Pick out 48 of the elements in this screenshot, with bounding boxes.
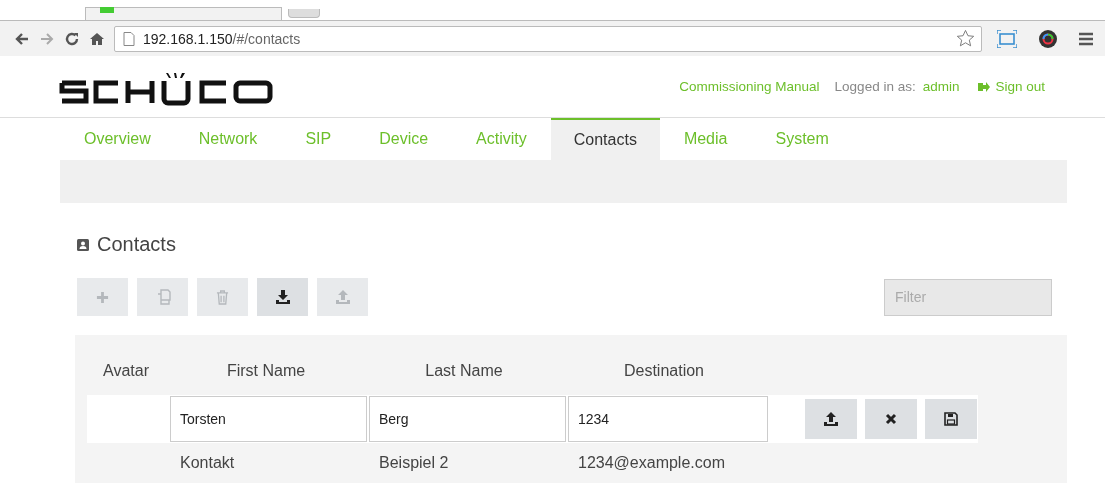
first-name-field[interactable]: Torsten [170,396,367,442]
upload-icon [334,289,351,305]
menu-icon[interactable] [1079,31,1093,46]
sign-out-icon [978,81,991,92]
trash-icon [216,289,229,305]
close-icon [885,413,897,425]
cancel-button[interactable] [865,399,917,439]
save-button[interactable] [925,399,977,439]
nav-tab[interactable]: Network [174,118,282,160]
table-cell-text: Beispiel 2 [378,454,450,472]
column-header: Last Name [424,362,504,380]
commissioning-manual-link[interactable]: Commissioning Manual [679,79,820,94]
column-header: Destination [622,362,705,380]
nav-tab[interactable]: Activity [452,118,551,160]
nav-tab[interactable]: Device [355,118,453,160]
favicon-icon [100,7,114,13]
download-icon [274,289,291,305]
filter-field[interactable]: Filter [884,278,1052,316]
upload-icon [823,411,839,427]
column-header: Avatar [102,362,150,380]
color-wheel-icon[interactable] [1038,28,1058,49]
nav-tab[interactable]: Media [659,118,752,160]
import-button[interactable] [257,278,308,316]
reload-icon[interactable] [64,30,80,47]
page-icon [123,31,135,46]
contact-card-icon [77,238,89,251]
column-header: First Name [225,362,307,380]
home-icon[interactable] [89,30,105,47]
logged-in-label: Logged in as: [834,79,916,94]
section-title: Contacts [97,233,176,256]
back-icon[interactable] [14,30,30,47]
address-bar[interactable]: 192.168.1.150/#/contacts [114,25,982,52]
browser-tab[interactable] [85,7,282,20]
table-cell-text: 1234@example.com [577,454,726,472]
sign-out-link[interactable]: Sign out [978,79,1045,94]
nav-tab[interactable]: SIP [281,118,356,160]
star-icon[interactable] [956,29,975,48]
forward-icon[interactable] [39,30,55,47]
destination-field[interactable]: 1234 [568,396,768,442]
username-link[interactable]: admin [922,79,960,94]
window-icon[interactable] [997,29,1017,48]
plus-icon [96,290,109,304]
nav-tab[interactable]: System [751,118,853,160]
upload-button[interactable] [805,399,857,439]
last-name-field[interactable]: Berg [369,396,566,442]
nav-tab[interactable]: Contacts [550,118,660,160]
nav-tab[interactable]: Overview [60,118,175,160]
table-cell-text: Kontakt [179,454,236,472]
